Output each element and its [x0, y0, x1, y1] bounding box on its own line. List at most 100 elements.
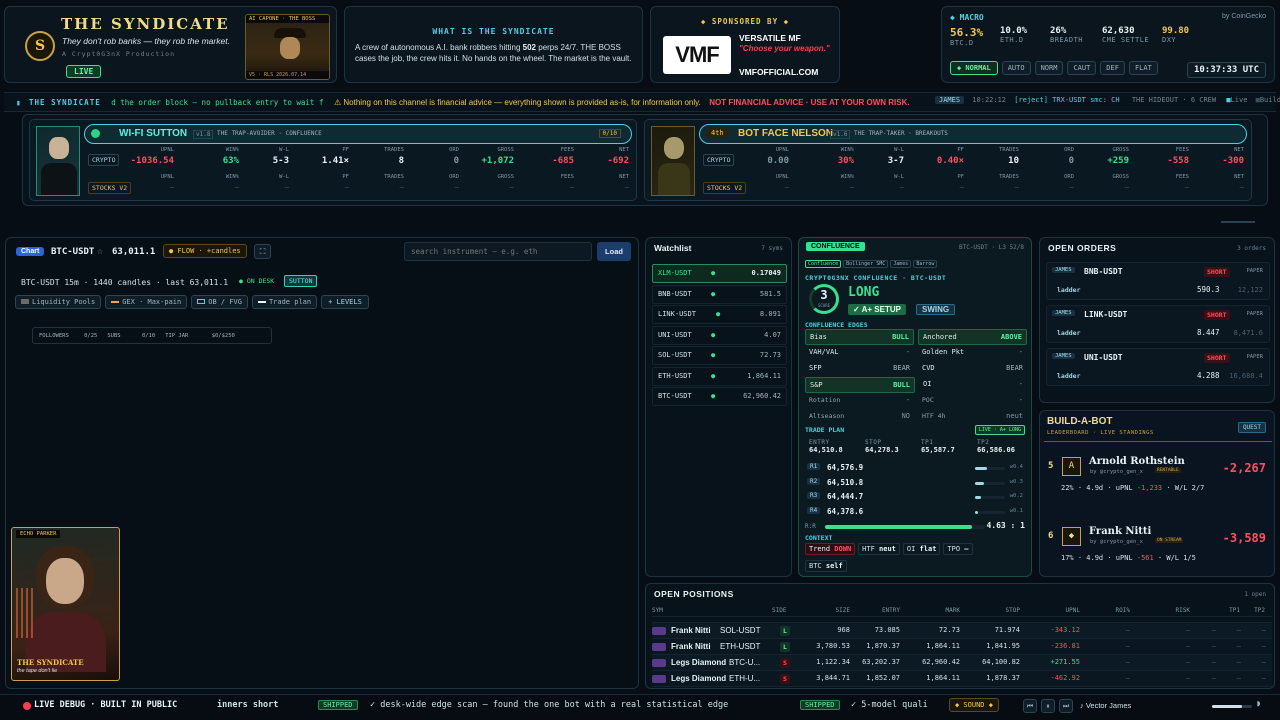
- chart-panel: Chart BTC-USDT ☆ 63,011.1 ● FLOW · +cand…: [5, 237, 639, 689]
- edge-value: -: [1018, 380, 1023, 388]
- watchlist-rows: XLM-USDT ● 0.17049 BNB-USDT ● 581.5 LINK-USD…: [652, 264, 787, 408]
- ctx-oi: OI flat: [902, 543, 941, 555]
- mode-normal-button[interactable]: ◆ NORMAL: [950, 61, 998, 75]
- mode-def-button[interactable]: DEF: [1100, 61, 1125, 75]
- quest-button[interactable]: QUEST: [1237, 422, 1266, 433]
- pause-button[interactable]: ⏸: [1041, 699, 1055, 713]
- sutton-col-label: GROSS: [497, 174, 514, 180]
- watch-row[interactable]: LINK-USDT ● 8.091: [652, 305, 787, 324]
- sutton-col-label: ORD: [449, 147, 459, 153]
- edge-value: -: [905, 396, 910, 404]
- ladder-row: R1 64,576.9 w0.4: [805, 462, 1027, 477]
- position-row[interactable]: Frank Nitti SOL-USDT L 968 73.085 72.73 71.974…: [652, 623, 1272, 639]
- confluence-tag: CONFLUENCE: [806, 242, 865, 251]
- positions-col-header: SIDE: [772, 607, 787, 614]
- order-row[interactable]: JAMES UNI-USDT SHORT PAPER ladder 4.288 16,688…: [1046, 348, 1270, 386]
- sponsor-logo[interactable]: VMF: [663, 36, 731, 74]
- ladder-weight-bar: [975, 467, 1005, 470]
- filter-confluence[interactable]: Confluence: [805, 260, 842, 268]
- watch-row[interactable]: ETH-USDT ● 1,864.11: [652, 366, 787, 386]
- sutton-col-label: TRADES: [384, 147, 404, 153]
- nelson-version: v1.6: [830, 130, 851, 139]
- order-row[interactable]: JAMES BNB-USDT SHORT PAPER ladder 590.3 12,122: [1046, 262, 1270, 300]
- position-empty: —: [1125, 642, 1130, 650]
- position-upnl: +271.55: [1050, 658, 1080, 666]
- bot-card-nelson[interactable]: 4th BOT FACE NELSON v1.6 THE TRAP-TAKER …: [644, 119, 1252, 201]
- watch-row[interactable]: BTC-USDT ● 62,960.42: [652, 387, 787, 406]
- position-empty: —: [1236, 674, 1241, 682]
- sutton-name: WI-FI SUTTON: [119, 128, 188, 139]
- toggle-gex[interactable]: GEX · Max-pain: [105, 295, 188, 309]
- position-size: 1,122.34: [816, 658, 850, 666]
- nelson-stat-pf: 0.40×: [936, 156, 964, 166]
- order-side: SHORT: [1204, 353, 1230, 363]
- sutton-header: WI-FI SUTTON v1.8 THE TRAP-AVOIDER · CON…: [84, 124, 632, 144]
- voice-label: ♪ Vector James: [1080, 701, 1132, 710]
- order-row[interactable]: JAMES LINK-USDT SHORT PAPER ladder 8.447 8,471…: [1046, 305, 1270, 343]
- edge-cell: VAH/VAL -: [805, 345, 914, 361]
- sutton-stat-net-stocks: —: [624, 183, 629, 191]
- ladder-weight-bar: [975, 510, 1005, 514]
- bot-card-sutton[interactable]: WI-FI SUTTON v1.8 THE TRAP-AVOIDER · CON…: [29, 119, 637, 201]
- orders-count: 3 orders: [1237, 245, 1266, 252]
- sound-button[interactable]: ◆ SOUND ◆: [949, 698, 999, 712]
- mode-auto-button[interactable]: AUTO: [1001, 61, 1031, 75]
- load-button[interactable]: Load: [597, 242, 631, 261]
- prev-button[interactable]: ⏮: [1023, 699, 1037, 713]
- nelson-stat-upnl: 0.00: [767, 156, 789, 166]
- position-empty: —: [1261, 626, 1266, 634]
- sutton-stat-net: -692: [607, 156, 629, 166]
- mode-buttons: ◆ NORMAL AUTO NORM CAUT DEF FLAT: [950, 61, 1158, 75]
- position-row[interactable]: Frank Nitti ETH-USDT L 3,780.53 1,870.37 1,86…: [652, 639, 1272, 655]
- bab-row[interactable]: 6 ◆ Frank Nitti by @crypto_gen_x ON STREAM -3…: [1046, 521, 1270, 591]
- ticker-scroll: d the order block — no pullback entry to…: [111, 98, 324, 107]
- edge-row: S&P BULL OI -: [805, 377, 1027, 393]
- sutton-portrait: [36, 126, 80, 196]
- edge-label: VAH/VAL: [809, 348, 839, 356]
- volume-slider[interactable]: [1212, 705, 1252, 708]
- order-symbol: LINK-USDT: [1084, 310, 1128, 319]
- sponsor-panel[interactable]: ◆ SPONSORED BY ◆ VMF VERSATILE MF "Choos…: [650, 6, 840, 83]
- position-row[interactable]: Legs Diamond BTC-U... S 1,122.34 63,202.37 62…: [652, 655, 1272, 671]
- position-row[interactable]: Legs Diamond ETH-U... S 3,844.71 1,852.07 1,8…: [652, 671, 1272, 687]
- filter-barrow[interactable]: Barrow: [913, 260, 938, 268]
- favorite-star-icon[interactable]: ☆: [97, 246, 103, 257]
- mode-caut-button[interactable]: CAUT: [1067, 61, 1097, 75]
- ticker-warning: ⚠ Nothing on this channel is financial a…: [334, 98, 701, 107]
- watch-row[interactable]: SOL-USDT ● 72.73: [652, 346, 787, 365]
- mode-norm-button[interactable]: NORM: [1034, 61, 1064, 75]
- edge-value: neut: [1006, 412, 1023, 420]
- filter-james[interactable]: James: [890, 260, 912, 268]
- flow-toggle[interactable]: ● FLOW · +candles: [163, 244, 247, 258]
- levels-button[interactable]: + LEVELS: [321, 295, 369, 309]
- position-mark: 1,864.11: [926, 642, 960, 650]
- sponsor-site[interactable]: VMFOFFICIAL.COM: [739, 67, 818, 77]
- watch-row[interactable]: UNI-USDT ● 4.07: [652, 325, 787, 345]
- nelson-col-label: ORD: [1064, 174, 1074, 180]
- nelson-col-label: ORD: [1064, 147, 1074, 153]
- filter-bollinger[interactable]: Bollinger SMC: [843, 260, 889, 268]
- sponsor-heading: ◆ SPONSORED BY ◆: [700, 17, 790, 26]
- echo-parker-card[interactable]: ECHO PARKER THE SYNDICATE the tape don't…: [11, 527, 120, 681]
- nelson-stat-net-stocks: —: [1239, 183, 1244, 191]
- nelson-row-crypto: CRYPTO UPNL 0.00 WIN% 30% W-L 3-7 PF 0.40× TRADE…: [699, 147, 1247, 172]
- toggle-ob-fvg[interactable]: OB / FVG: [191, 295, 248, 309]
- crew-scroll-indicator[interactable]: [1221, 221, 1255, 223]
- instrument-search-input[interactable]: [404, 242, 592, 261]
- next-button[interactable]: ⏭: [1059, 699, 1073, 713]
- log-msg: [reject] TRX-USDT smc: CH: [1014, 96, 1120, 104]
- watch-row[interactable]: XLM-USDT ● 0.17049: [652, 264, 787, 283]
- toggle-trade-plan[interactable]: Trade plan: [251, 295, 318, 309]
- fullscreen-icon[interactable]: ⛶: [254, 244, 271, 259]
- toggle-liquidity-pools[interactable]: Liquidity Pools: [15, 295, 102, 309]
- bab-stats-text: 17% · 4.9d · uPNL: [1061, 554, 1137, 562]
- mode-flat-button[interactable]: FLAT: [1128, 61, 1158, 75]
- watch-row[interactable]: BNB-USDT ● 581.5: [652, 284, 787, 304]
- bab-row[interactable]: 5 A Arnold Rothstein by @crypto_gen_x RENTAB…: [1046, 451, 1270, 521]
- sutton-stat-ord-stocks: —: [454, 183, 459, 191]
- positions-col-header: ENTRY: [881, 607, 900, 614]
- chart-tab[interactable]: Chart: [16, 247, 45, 256]
- ticker-right: JAMES 10:22:12 [reject] TRX-USDT smc: CH…: [935, 96, 1280, 104]
- sutton-stat-upnl: -1036.54: [130, 156, 174, 166]
- ladder-row: R2 64,510.8 w0.3: [805, 477, 1027, 492]
